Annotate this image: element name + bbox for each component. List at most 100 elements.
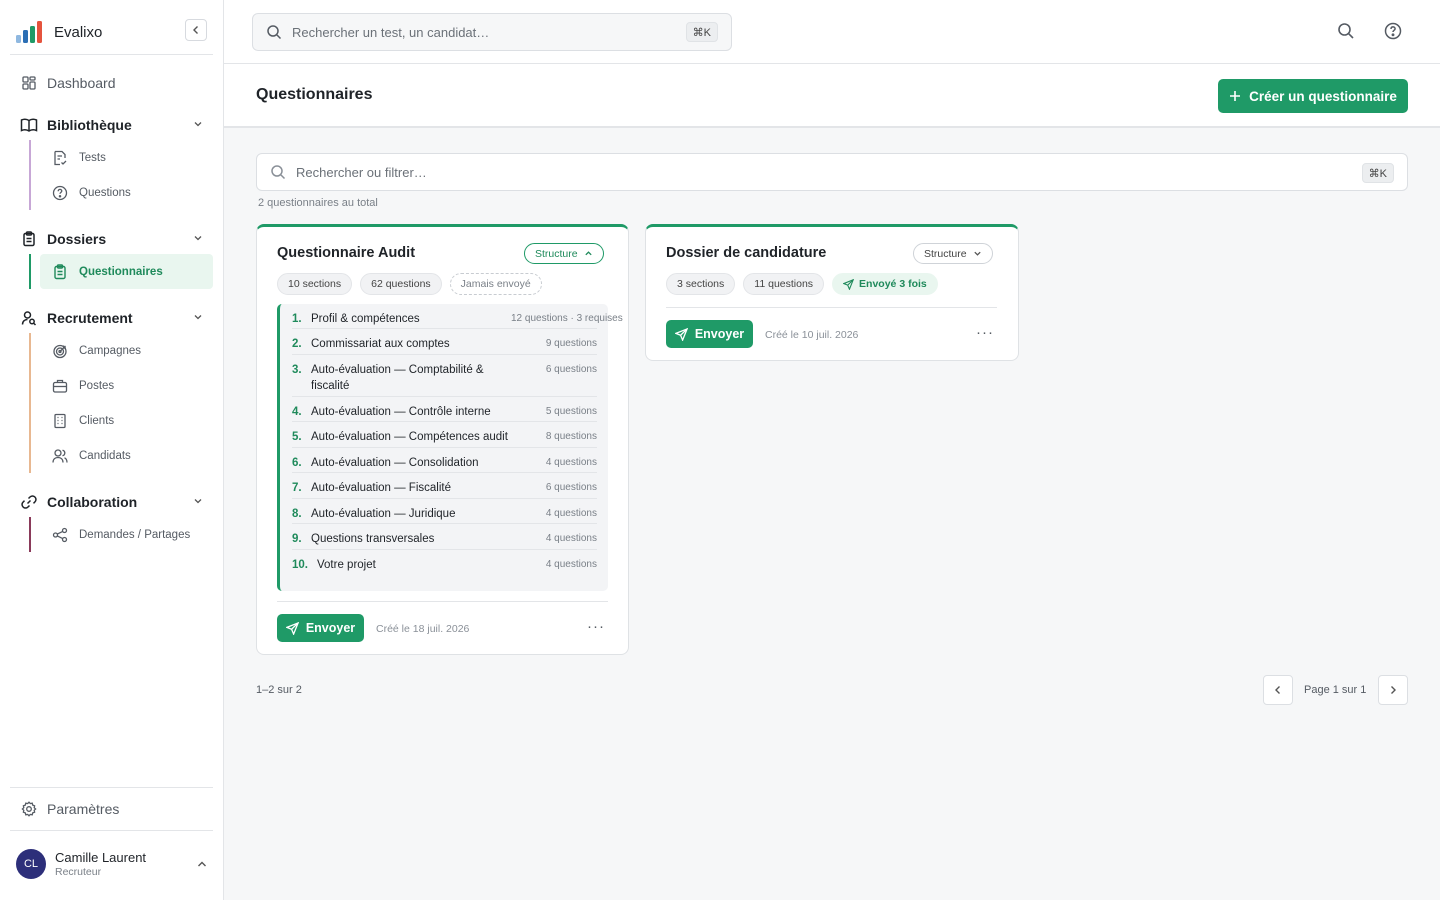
send-button[interactable]: Envoyer xyxy=(666,320,753,348)
sidebar-group-recruitment: Recrutement Campagnes Postes Clients Can… xyxy=(10,303,213,473)
section-name: Auto-évaluation — Consolidation xyxy=(311,457,479,469)
sections-count-chip: 10 sections xyxy=(277,273,353,295)
chevron-down-icon xyxy=(194,499,202,504)
filter-search-box[interactable]: ⌘K xyxy=(256,153,1408,191)
sidebar-item-tests[interactable]: Tests xyxy=(40,140,213,175)
sidebar-item-candidates[interactable]: Candidats xyxy=(40,438,213,473)
section-name: Auto-évaluation — Fiscalité xyxy=(311,482,451,494)
building-icon xyxy=(54,413,66,428)
section-meta: 4 questions xyxy=(545,533,597,544)
sidebar-group-library: Bibliothèque Tests Questions xyxy=(10,110,213,210)
questionnaire-card: Dossier de candidature Structure 3 secti… xyxy=(645,224,1019,361)
global-search-box[interactable]: ⌘K xyxy=(252,13,732,51)
user-name: Camille Laurent xyxy=(55,850,147,865)
sidebar-group-library-toggle[interactable]: Bibliothèque xyxy=(10,110,213,140)
section-row[interactable]: 1. Profil & compétences 12 questions · 3 … xyxy=(292,304,623,329)
chevron-down-icon xyxy=(973,251,981,256)
sidebar-item-questionnaires[interactable]: Questionnaires xyxy=(40,254,213,289)
more-options-button[interactable]: ··· xyxy=(976,324,994,341)
section-row[interactable]: 7. Auto-évaluation — Fiscalité 6 question… xyxy=(292,473,597,499)
topbar: ⌘K xyxy=(224,0,1440,64)
section-number: 2. xyxy=(292,338,302,350)
section-number: 5. xyxy=(292,431,302,443)
user-role: Recruteur xyxy=(55,866,102,878)
previous-page-button[interactable] xyxy=(1263,675,1293,705)
user-info: Camille Laurent Recruteur xyxy=(55,850,146,878)
section-row[interactable]: 10. Votre projet 4 questions xyxy=(292,550,597,575)
sidebar-group-folders-toggle[interactable]: Dossiers xyxy=(10,224,213,254)
section-row[interactable]: 2. Commissariat aux comptes 9 questions xyxy=(292,329,597,355)
sidebar-sublist: Tests Questions xyxy=(29,140,213,210)
section-row[interactable]: 8. Auto-évaluation — Juridique 4 question… xyxy=(292,499,597,524)
card-chips: 3 sections 11 questions Envoyé 3 fois xyxy=(666,273,938,295)
create-questionnaire-label: Créer un questionnaire xyxy=(1249,88,1397,104)
chevron-down-icon xyxy=(194,315,202,320)
search-button[interactable] xyxy=(1337,22,1357,42)
sidebar-item-questions[interactable]: Questions xyxy=(40,175,213,210)
section-row[interactable]: 3. Auto-évaluation — Comptabilité & fisca… xyxy=(292,355,597,397)
section-row[interactable]: 5. Auto-évaluation — Compétences audit 8 … xyxy=(292,422,597,448)
sidebar: Evalixo Dashboard Bibliothèque Tests Que… xyxy=(0,0,224,900)
chevron-up-icon xyxy=(198,861,206,867)
grid-icon xyxy=(22,76,36,90)
section-meta: 6 questions xyxy=(545,482,597,493)
sidebar-item-label: Campagnes xyxy=(79,344,142,357)
sidebar-item-clients[interactable]: Clients xyxy=(40,403,213,438)
brand-header: Evalixo xyxy=(10,10,213,55)
section-number: 1. xyxy=(292,313,302,325)
sidebar-item-campaigns[interactable]: Campagnes xyxy=(40,333,213,368)
section-row[interactable]: 4. Auto-évaluation — Contrôle interne 5 q… xyxy=(292,397,597,422)
created-date: Créé le 10 juil. 2026 xyxy=(765,329,859,341)
shortcut-badge: ⌘K xyxy=(1361,163,1394,183)
section-number: 4. xyxy=(292,406,302,418)
book-icon xyxy=(20,118,38,132)
filter-search-input[interactable] xyxy=(296,164,1196,180)
briefcase-icon xyxy=(52,379,68,393)
sidebar-sublist: Demandes / Partages xyxy=(29,517,213,552)
section-name: Commissariat aux comptes xyxy=(311,338,450,350)
section-meta: 9 questions xyxy=(545,338,597,349)
section-number: 3. xyxy=(292,364,302,376)
global-search-input[interactable] xyxy=(292,24,672,40)
chevron-down-icon xyxy=(194,236,202,241)
collapse-sidebar-button[interactable] xyxy=(185,19,207,41)
section-meta: 4 questions xyxy=(545,508,597,519)
section-number: 7. xyxy=(292,482,302,494)
target-icon xyxy=(53,344,67,358)
send-status-chip: Envoyé 3 fois xyxy=(832,273,938,295)
structure-toggle-button[interactable]: Structure xyxy=(913,243,993,264)
user-menu[interactable]: CL Camille Laurent Recruteur xyxy=(16,848,212,880)
section-name: Profil & compétences xyxy=(311,313,420,325)
sections-count-chip: 3 sections xyxy=(666,273,736,295)
section-number: 8. xyxy=(292,508,302,520)
create-questionnaire-button[interactable]: Créer un questionnaire xyxy=(1218,79,1408,113)
structure-toggle-button[interactable]: Structure xyxy=(524,243,604,264)
help-circle-icon xyxy=(1384,22,1402,40)
sidebar-item-settings[interactable]: Paramètres xyxy=(10,787,213,831)
sections-list: 1. Profil & compétences 12 questions · 3 … xyxy=(277,304,623,591)
sidebar-group-collaboration-toggle[interactable]: Collaboration xyxy=(10,487,213,517)
section-row[interactable]: 9. Questions transversales 4 questions xyxy=(292,524,597,550)
sidebar-item-dashboard[interactable]: Dashboard xyxy=(10,68,213,98)
gear-icon xyxy=(21,801,37,817)
search-icon xyxy=(1338,23,1354,39)
section-meta: 8 questions xyxy=(545,431,597,442)
users-icon xyxy=(52,448,68,463)
questionnaire-card: Questionnaire Audit Structure 10 section… xyxy=(256,224,629,655)
section-row[interactable]: 6. Auto-évaluation — Consolidation 4 ques… xyxy=(292,448,597,473)
sidebar-item-positions[interactable]: Postes xyxy=(40,368,213,403)
next-page-button[interactable] xyxy=(1378,675,1408,705)
send-button[interactable]: Envoyer xyxy=(277,614,364,642)
section-meta: 12 questions · 3 requises xyxy=(511,313,623,324)
section-name: Auto-évaluation — Contrôle interne xyxy=(311,406,491,418)
avatar: CL xyxy=(16,849,46,879)
shortcut-badge: ⌘K xyxy=(685,22,718,42)
section-meta: 4 questions xyxy=(545,457,597,468)
chevron-right-icon xyxy=(1391,686,1396,694)
sidebar-item-requests-shares[interactable]: Demandes / Partages xyxy=(40,517,213,552)
pagination-count: 1–2 sur 2 xyxy=(256,684,302,696)
sidebar-group-recruitment-toggle[interactable]: Recrutement xyxy=(10,303,213,333)
more-options-button[interactable]: ··· xyxy=(587,618,605,635)
help-button[interactable] xyxy=(1384,22,1404,42)
page-indicator: Page 1 sur 1 xyxy=(1304,684,1367,696)
